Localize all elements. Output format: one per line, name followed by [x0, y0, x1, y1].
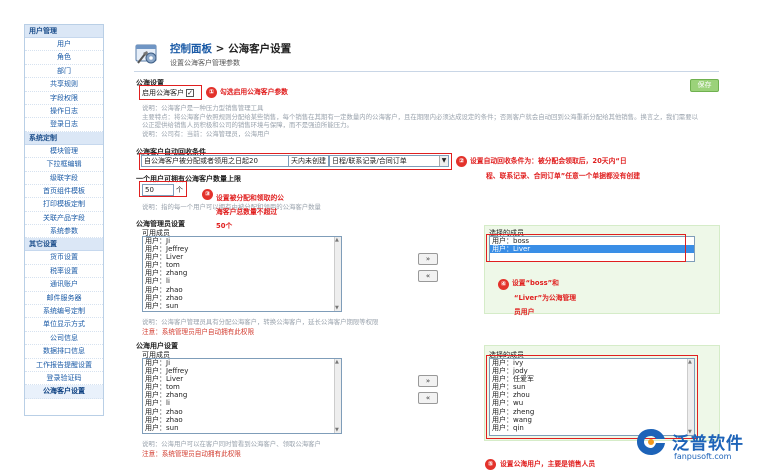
annotation-text-4b: “Liver”为公海管理: [514, 294, 577, 302]
sidebar-item[interactable]: 角色: [25, 51, 103, 65]
sidebar-item[interactable]: 登录验证码: [25, 372, 103, 386]
annotation-text-1: 勾选启用公海客户参数: [220, 88, 288, 96]
logo-url: fanpusoft.com: [674, 452, 732, 461]
list-item[interactable]: 用户：sun: [143, 424, 341, 432]
sidebar-item[interactable]: 税率设置: [25, 265, 103, 279]
sidebar-item[interactable]: 工作报告提醒设置: [25, 359, 103, 372]
list-item[interactable]: 用户：Ji: [143, 359, 341, 367]
page-title: 控制面板 > 公海客户设置: [170, 41, 291, 56]
sidebar-item[interactable]: 系统参数: [25, 225, 103, 239]
annotation-number-4: ④: [498, 279, 509, 290]
highlight-box-1: [139, 85, 202, 100]
list-item[interactable]: 用户：li: [143, 277, 341, 285]
sidebar-item[interactable]: 字段权限: [25, 92, 103, 105]
admin-available-list[interactable]: 用户：Ji 用户：Jeffrey 用户：Liver 用户：tom 用户：zhang 用户：…: [142, 236, 342, 312]
company-logo: 泛普软件 fanpusoft.com: [634, 427, 762, 469]
annotation-text-5: 设置公海用户，主要是销售人员: [500, 460, 596, 468]
sidebar-item[interactable]: 公海客户设置: [25, 385, 103, 399]
users-available-scrollbar[interactable]: [334, 359, 341, 433]
admin-add-button[interactable]: »: [418, 253, 438, 265]
sidebar-section-header: 用户管理: [25, 25, 103, 38]
sidebar-section-header: 系统定制: [25, 131, 103, 145]
users-add-button[interactable]: »: [418, 375, 438, 387]
highlight-box-2: [139, 153, 452, 170]
sidebar-item[interactable]: 单位显示方式: [25, 318, 103, 332]
sidebar-item[interactable]: 操作日志: [25, 105, 103, 119]
sidebar-item[interactable]: 货币设置: [25, 251, 103, 265]
sidebar-item[interactable]: 公司信息: [25, 332, 103, 346]
annotation-text-3a: 设置被分配和领取的公: [216, 194, 284, 202]
breadcrumb-control-panel[interactable]: 控制面板: [170, 43, 212, 55]
highlight-box-3: [139, 181, 187, 197]
admin-available-scrollbar[interactable]: [334, 237, 341, 311]
sidebar-item[interactable]: 下拉框编辑: [25, 158, 103, 172]
list-item[interactable]: 用户：zhao: [143, 294, 341, 302]
users-remove-button[interactable]: «: [418, 392, 438, 404]
users-available-list[interactable]: 用户：Ji 用户：Jeffrey 用户：Liver 用户：tom 用户：zhang 用户：…: [142, 358, 342, 434]
sidebar-item[interactable]: 数据排口信息: [25, 345, 103, 359]
sidebar-item[interactable]: 用户: [25, 38, 103, 52]
annotation-text-4a: 设置“boss”和: [512, 279, 559, 287]
list-item[interactable]: 用户：sun: [143, 302, 341, 310]
public-pool-description: 说明：公海客户是一种压力型销售管理工具 主要特点：将公海客户依照规则分配给某些销…: [142, 104, 698, 138]
list-item[interactable]: 用户：zhao: [143, 286, 341, 294]
sidebar-item[interactable]: 登录日志: [25, 118, 103, 132]
annotation-number-5: ⑤: [485, 459, 496, 470]
list-item[interactable]: 用户：zhang: [143, 269, 341, 277]
highlight-box-4: [486, 234, 686, 262]
sidebar-item[interactable]: 模块管理: [25, 145, 103, 159]
sidebar-item[interactable]: 关联产品字段: [25, 212, 103, 226]
annotation-number-3: ③: [202, 189, 213, 200]
sidebar-item[interactable]: 通讯账户: [25, 278, 103, 292]
annotation-text-4c: 员用户: [514, 308, 535, 316]
save-button[interactable]: 保存: [690, 79, 719, 92]
users-warning-note: 注意：系统管理员自动拥有此权限: [142, 450, 241, 458]
list-item[interactable]: 用户：Ji: [143, 237, 341, 245]
sidebar: 用户管理 用户 角色 部门 共享规则 字段权限 操作日志 登录日志 系统定制 模块管理 下拉框编辑级…: [24, 24, 104, 416]
annotation-number-1: ①: [206, 87, 217, 98]
sidebar-item[interactable]: 部门: [25, 65, 103, 79]
list-item[interactable]: 用户：Jeffrey: [143, 245, 341, 253]
sidebar-item[interactable]: 共享规则: [25, 78, 103, 92]
admin-warning-note: 注意：系统管理员用户自动拥有此权限: [142, 328, 255, 336]
annotation-text-3b: 海客户总数量不超过: [216, 208, 278, 216]
annotation-number-2: ②: [456, 156, 467, 167]
header-divider: [134, 71, 719, 72]
sidebar-section-header: 其它设置: [25, 238, 103, 252]
annotation-text-2a: 设置自动回收条件为：被分配会领取后，20天内“日: [470, 157, 627, 165]
sidebar-item[interactable]: 邮件服务器: [25, 292, 103, 306]
page-subtitle: 设置公海客户管理参数: [170, 59, 240, 67]
sidebar-item[interactable]: 打印模板定制: [25, 198, 103, 212]
list-item[interactable]: 用户：zhao: [143, 416, 341, 424]
settings-tools-icon: [135, 44, 157, 64]
sidebar-item[interactable]: 系统编号定制: [25, 305, 103, 319]
annotation-text-3c: 50个: [216, 222, 233, 230]
breadcrumb-separator: >: [212, 43, 229, 55]
page-title-text: 公海客户设置: [228, 43, 292, 55]
sidebar-item[interactable]: 级联字段: [25, 172, 103, 185]
logo-name: 泛普软件: [672, 434, 744, 454]
max-customers-description: 说明：指的每一个用户可以拥有由被分配和领用的公海客户数量: [142, 203, 321, 211]
logo-mark-icon: [637, 429, 665, 455]
list-item[interactable]: 用户：Jeffrey: [143, 367, 341, 375]
sidebar-item[interactable]: 首页组件模板: [25, 185, 103, 199]
list-item[interactable]: 用户：zhao: [143, 408, 341, 416]
list-item[interactable]: 用户：zhang: [143, 391, 341, 399]
annotation-text-2b: 程、联系记录、合同订单”任意一个单据都没有创建: [486, 172, 640, 180]
list-item[interactable]: 用户：li: [143, 399, 341, 407]
admin-remove-button[interactable]: «: [418, 270, 438, 282]
